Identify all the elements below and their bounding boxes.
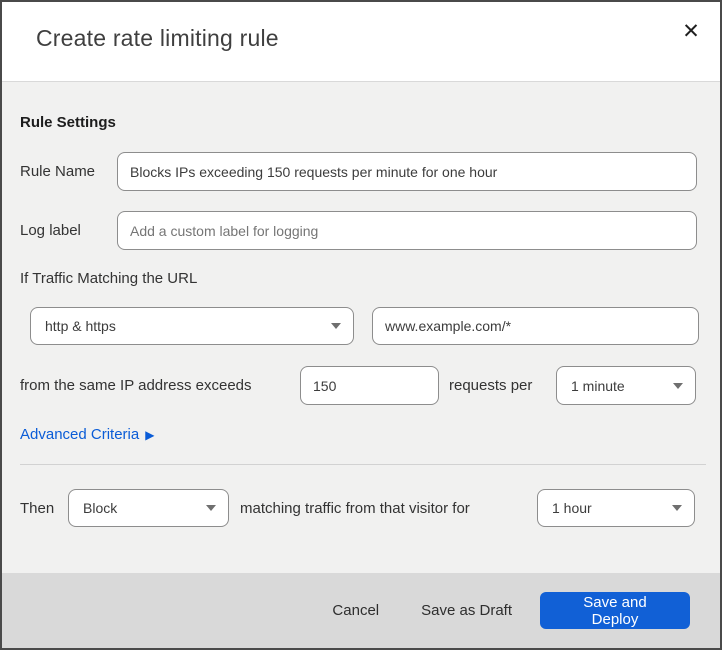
dialog-title: Create rate limiting rule — [36, 25, 279, 51]
url-pattern-input[interactable] — [372, 307, 699, 345]
scheme-dropdown-value: http & https — [45, 318, 116, 334]
request-threshold-input[interactable] — [300, 366, 439, 405]
threshold-text-before: from the same IP address exceeds — [20, 377, 252, 394]
action-dropdown[interactable]: Block — [68, 489, 229, 527]
advanced-criteria-link[interactable]: Advanced Criteria ▶ — [20, 426, 154, 443]
cancel-button[interactable]: Cancel — [318, 594, 393, 627]
then-label: Then — [20, 500, 55, 517]
threshold-text-after: requests per — [449, 377, 533, 394]
traffic-match-intro: If Traffic Matching the URL — [20, 270, 198, 287]
rule-name-input[interactable] — [117, 152, 697, 191]
section-divider — [20, 464, 706, 465]
duration-dropdown[interactable]: 1 hour — [537, 489, 695, 527]
save-and-deploy-button[interactable]: Save and Deploy — [540, 592, 690, 629]
advanced-criteria-label: Advanced Criteria — [20, 426, 140, 443]
chevron-down-icon — [673, 382, 683, 389]
chevron-down-icon — [331, 323, 341, 329]
rule-settings-heading: Rule Settings — [20, 114, 116, 131]
action-middle-text: matching traffic from that visitor for — [240, 500, 470, 517]
dialog-header: Create rate limiting rule ✕ — [2, 2, 720, 82]
period-dropdown-value: 1 minute — [571, 377, 625, 394]
rule-name-label: Rule Name — [20, 163, 96, 180]
save-as-draft-button[interactable]: Save as Draft — [407, 594, 526, 627]
close-icon[interactable]: ✕ — [676, 16, 706, 46]
action-dropdown-value: Block — [83, 500, 118, 516]
arrow-right-icon: ▶ — [145, 427, 155, 442]
log-label-input[interactable] — [117, 211, 697, 250]
scheme-dropdown[interactable]: http & https — [30, 307, 354, 345]
dialog-footer: Cancel Save as Draft Save and Deploy — [2, 573, 720, 648]
period-dropdown[interactable]: 1 minute — [556, 366, 696, 405]
duration-dropdown-value: 1 hour — [552, 500, 592, 516]
chevron-down-icon — [206, 505, 216, 511]
create-rate-limiting-rule-dialog: Create rate limiting rule ✕ Rule Setting… — [0, 0, 722, 650]
chevron-down-icon — [672, 505, 682, 511]
log-label-label: Log label — [20, 222, 81, 239]
